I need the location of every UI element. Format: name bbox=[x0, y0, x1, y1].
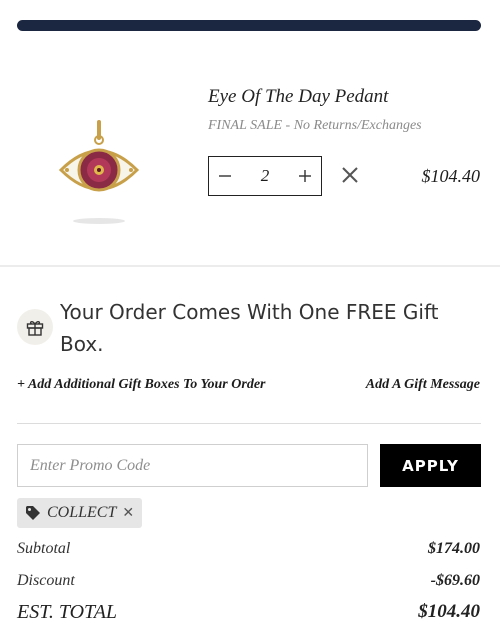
quantity-value[interactable]: 2 bbox=[261, 166, 270, 186]
product-name[interactable]: Eye Of The Day Pedant bbox=[208, 86, 388, 108]
discount-label: Discount bbox=[17, 572, 75, 589]
close-icon bbox=[342, 167, 358, 183]
increase-quantity-button[interactable] bbox=[289, 157, 321, 195]
applied-promo-chip: COLLECT ✕ bbox=[17, 498, 143, 528]
quantity-stepper: 2 bbox=[208, 156, 322, 196]
remove-item-button[interactable] bbox=[338, 163, 362, 187]
apply-promo-button[interactable]: APPLY bbox=[380, 444, 481, 487]
minus-icon bbox=[219, 175, 231, 177]
tag-icon bbox=[26, 506, 40, 520]
promo-code-input[interactable] bbox=[17, 444, 368, 487]
discount-value: -$69.60 bbox=[430, 572, 480, 589]
divider bbox=[17, 423, 481, 424]
add-gift-message-link[interactable]: Add A Gift Message bbox=[366, 377, 480, 393]
add-gift-boxes-link[interactable]: + Add Additional Gift Boxes To Your Orde… bbox=[17, 377, 265, 393]
plus-icon bbox=[299, 170, 311, 182]
product-image bbox=[58, 120, 140, 224]
decrease-quantity-button[interactable] bbox=[209, 157, 241, 195]
gift-icon bbox=[26, 321, 44, 336]
divider bbox=[0, 265, 500, 267]
shipping-progress-bar bbox=[17, 20, 481, 31]
item-price: $104.40 bbox=[421, 166, 481, 186]
shipping-message-cut bbox=[0, 0, 500, 4]
gift-badge bbox=[17, 309, 53, 345]
estimated-total-value: $104.40 bbox=[418, 601, 480, 622]
remove-promo-button[interactable]: ✕ bbox=[122, 505, 134, 521]
estimated-total-label: EST. TOTAL bbox=[17, 601, 118, 623]
final-sale-note: FINAL SALE - No Returns/Exchanges bbox=[208, 118, 422, 133]
subtotal-value: $174.00 bbox=[428, 540, 480, 557]
promo-code-label: COLLECT bbox=[47, 504, 117, 521]
subtotal-label: Subtotal bbox=[17, 540, 71, 557]
gift-box-message: Your Order Comes With One FREE Gift Box. bbox=[60, 300, 439, 356]
